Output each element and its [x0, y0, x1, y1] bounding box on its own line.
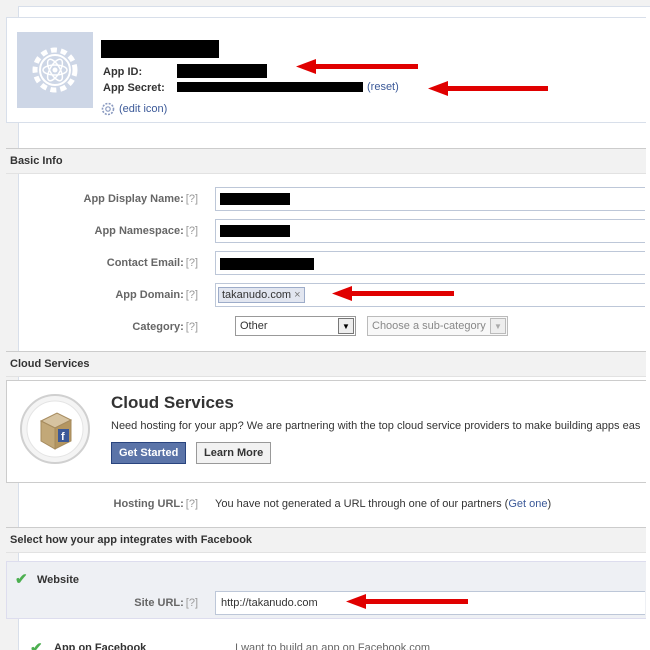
- remove-token-icon[interactable]: ×: [294, 289, 300, 301]
- category-select[interactable]: Other ▼: [235, 316, 356, 336]
- contact-email-input[interactable]: [215, 251, 645, 275]
- redacted-app-secret: [177, 82, 363, 92]
- basic-info-header: Basic Info: [6, 148, 646, 174]
- redacted-display-name: [220, 193, 290, 205]
- cloud-services-header: Cloud Services: [6, 351, 646, 377]
- contact-email-label-text: Contact Email:: [106, 257, 184, 269]
- hosting-url-message: You have not generated a URL through one…: [215, 498, 509, 510]
- redacted-namespace: [220, 225, 290, 237]
- hosting-url-message-end: ): [547, 498, 552, 510]
- cloud-services-card: f Cloud Services Need hosting for your a…: [6, 380, 646, 483]
- help-marker[interactable]: [?]: [186, 257, 198, 269]
- canvas: App ID: App Secret: (reset) (edit icon) …: [0, 0, 650, 650]
- namespace-input[interactable]: [215, 219, 645, 243]
- chevron-down-icon: ▼: [490, 318, 506, 334]
- redacted-contact-email: [220, 258, 314, 270]
- app-domain-label-text: App Domain:: [115, 289, 184, 301]
- cloud-services-description: Need hosting for your app? We are partne…: [111, 420, 641, 432]
- hosting-url-label: Hosting URL: [?]: [2, 498, 199, 510]
- app-domain-label: App Domain: [?]: [2, 289, 198, 301]
- app-domain-token-text: takanudo.com: [222, 289, 292, 301]
- category-label-text: Category:: [132, 321, 184, 333]
- gear-icon: [101, 102, 115, 116]
- display-name-input[interactable]: [215, 187, 645, 211]
- chevron-down-icon: ▼: [338, 318, 354, 334]
- website-title: Website: [37, 574, 79, 586]
- help-marker[interactable]: [?]: [186, 498, 198, 510]
- edit-icon-label: (edit icon): [119, 103, 168, 115]
- help-marker[interactable]: [?]: [186, 289, 198, 301]
- display-name-label-text: App Display Name:: [83, 193, 184, 205]
- site-url-value: http://takanudo.com: [221, 597, 318, 609]
- reset-secret-link[interactable]: (reset): [367, 81, 399, 93]
- hosting-url-text: You have not generated a URL through one…: [215, 498, 551, 510]
- redacted-app-id: [177, 64, 267, 78]
- annotation-arrow-app-domain: [332, 286, 454, 301]
- annotation-arrow-site-url: [346, 594, 468, 609]
- gear-atom-icon: [32, 47, 78, 93]
- app-domain-token[interactable]: takanudo.com ×: [218, 287, 305, 303]
- integration-header: Select how your app integrates with Face…: [6, 527, 646, 553]
- cloud-services-title: Cloud Services: [111, 393, 234, 412]
- checkmark-icon: ✔: [30, 640, 43, 650]
- category-select-value: Other: [240, 320, 268, 332]
- annotation-arrow-app-id: [296, 59, 418, 74]
- help-marker[interactable]: [?]: [186, 321, 198, 333]
- learn-more-button[interactable]: Learn More: [196, 442, 272, 464]
- app-id-label: App ID:: [103, 66, 143, 78]
- get-one-link[interactable]: Get one: [508, 498, 547, 510]
- edit-icon-link[interactable]: (edit icon): [101, 102, 167, 116]
- cloud-box-icon: f: [20, 394, 90, 464]
- app-icon: [17, 32, 93, 108]
- subcategory-select[interactable]: Choose a sub-category ▼: [367, 316, 508, 336]
- subcategory-placeholder: Choose a sub-category: [372, 320, 486, 332]
- display-name-label: App Display Name: [?]: [2, 193, 198, 205]
- app-on-facebook-description: I want to build an app on Facebook.com: [235, 642, 431, 650]
- site-url-label-text: Site URL:: [134, 597, 184, 609]
- help-marker[interactable]: [?]: [186, 597, 198, 609]
- help-marker[interactable]: [?]: [186, 193, 198, 205]
- contact-email-label: Contact Email: [?]: [2, 257, 198, 269]
- checkmark-icon: ✔: [15, 571, 28, 588]
- hosting-url-label-text: Hosting URL:: [113, 498, 184, 510]
- app-on-facebook-title[interactable]: App on Facebook: [54, 642, 146, 650]
- namespace-label: App Namespace: [?]: [2, 225, 199, 237]
- help-marker[interactable]: [?]: [186, 225, 198, 237]
- redacted-app-name: [101, 40, 219, 58]
- get-started-button[interactable]: Get Started: [111, 442, 187, 464]
- namespace-label-text: App Namespace:: [94, 225, 184, 237]
- site-url-label: Site URL: [?]: [2, 597, 198, 609]
- category-label: Category: [?]: [2, 321, 198, 333]
- app-secret-label: App Secret:: [103, 82, 165, 94]
- svg-text:f: f: [61, 431, 65, 443]
- annotation-arrow-app-secret: [428, 81, 548, 96]
